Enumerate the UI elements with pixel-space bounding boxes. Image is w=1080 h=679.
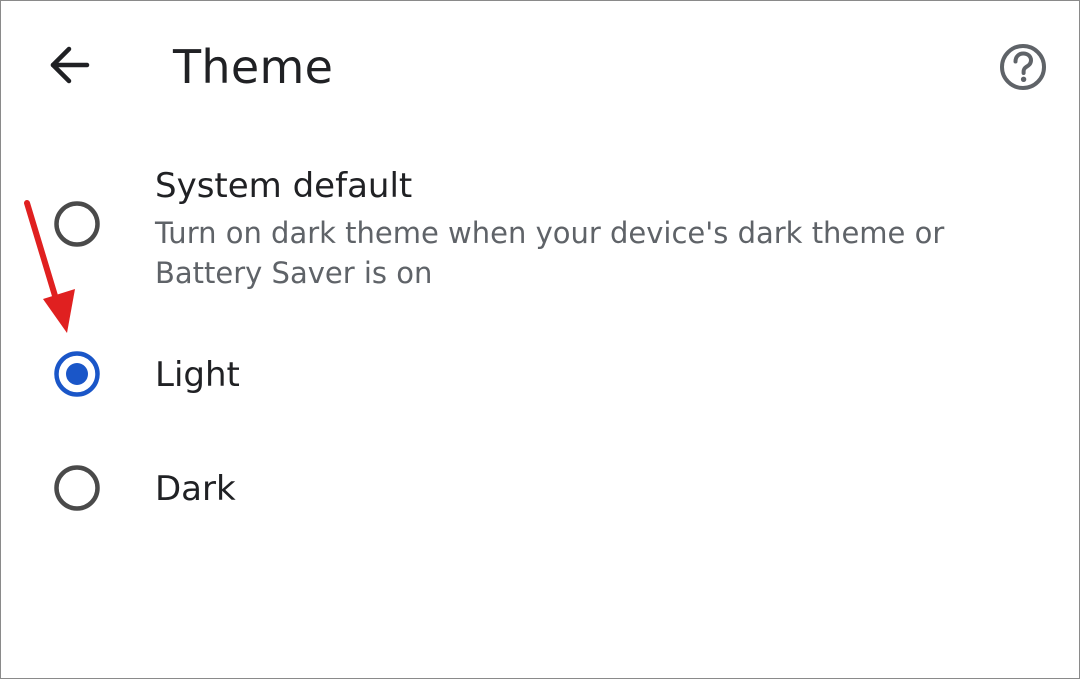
- option-label-light: Light: [155, 355, 240, 395]
- page-title: Theme: [173, 40, 334, 94]
- option-light[interactable]: Light: [1, 341, 1079, 411]
- arrow-back-icon: [47, 45, 91, 89]
- help-button[interactable]: [991, 37, 1055, 101]
- option-label-dark: Dark: [155, 469, 236, 509]
- option-dark[interactable]: Dark: [1, 455, 1079, 525]
- toolbar: Theme: [1, 1, 1079, 131]
- option-system-default[interactable]: System default Turn on dark theme when y…: [1, 156, 1079, 306]
- help-circle-icon: [998, 42, 1048, 96]
- radio-system-default[interactable]: [53, 200, 101, 248]
- option-label-system-default: System default: [155, 166, 413, 206]
- option-description-line2: Battery Saver is on: [155, 256, 433, 290]
- theme-settings-screen: Theme System default Turn on dark theme …: [0, 0, 1080, 679]
- radio-dark[interactable]: [53, 464, 101, 512]
- radio-light[interactable]: [53, 350, 101, 398]
- back-button[interactable]: [39, 37, 99, 97]
- option-description-line1: Turn on dark theme when your device's da…: [155, 216, 945, 250]
